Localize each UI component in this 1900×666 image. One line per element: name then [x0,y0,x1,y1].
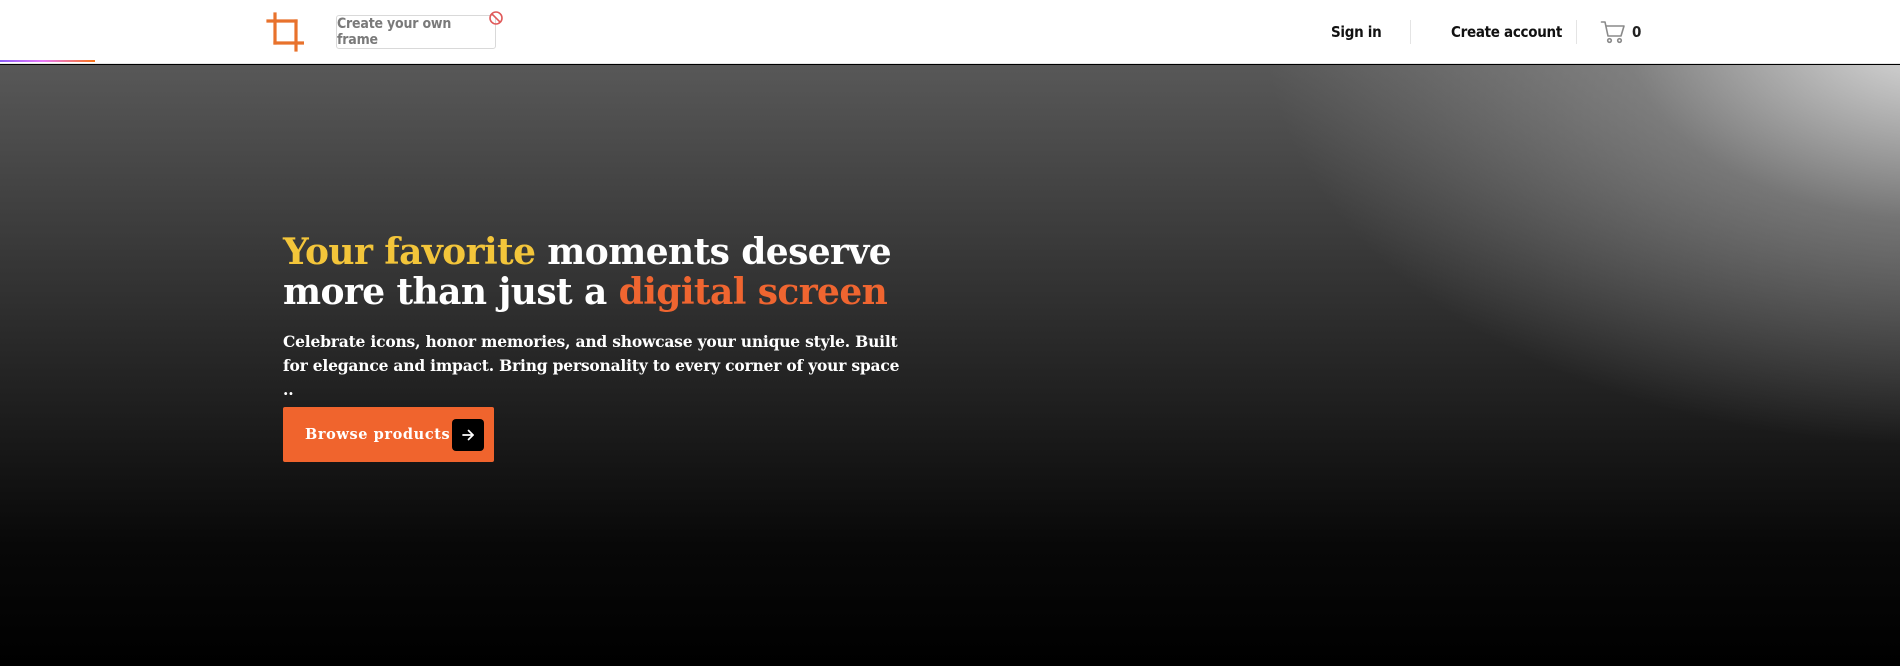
create-account-link[interactable]: Create account [1451,20,1562,44]
crop-icon[interactable] [266,12,305,52]
browse-products-label: Browse products [305,426,451,443]
prohibited-icon [488,10,504,26]
scroll-progress-fill [0,60,95,62]
hero-subtitle: Celebrate icons, honor memories, and sho… [283,332,900,399]
site-header: Create your own frame Sign in Create acc… [0,0,1900,64]
nav-divider [1410,20,1411,44]
cart-icon[interactable] [1600,19,1626,45]
hero-headline: Your favorite moments deserve more than … [283,232,963,312]
headline-highlight-yellow: Your favorite [283,231,536,273]
nav-divider [1576,20,1577,44]
create-frame-label: Create your own frame [337,16,452,48]
browse-products-button[interactable]: Browse products [283,407,494,462]
create-frame-button[interactable]: Create your own frame [336,15,496,49]
arrow-right-icon [452,419,484,451]
headline-highlight-orange: digital screen [618,271,888,313]
scroll-progress-bar [0,60,1900,62]
sign-in-link[interactable]: Sign in [1331,20,1382,44]
cart-count: 0 [1632,23,1642,41]
